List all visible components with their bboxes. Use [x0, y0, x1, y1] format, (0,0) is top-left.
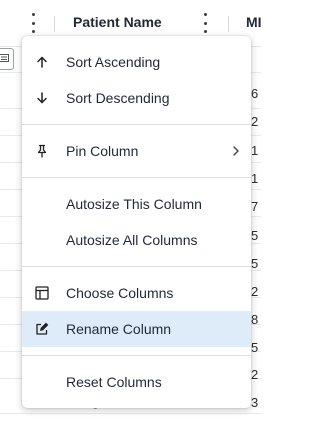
- menu-item-pin-column[interactable]: Pin Column: [22, 133, 251, 169]
- menu-item-label: Sort Ascending: [66, 54, 161, 70]
- pin-icon: [34, 143, 50, 159]
- menu-item-choose-columns[interactable]: Choose Columns: [22, 275, 251, 311]
- edit-icon: [34, 321, 50, 337]
- menu-item-label: Rename Column: [66, 321, 172, 337]
- arrow-down-icon: [34, 90, 50, 106]
- table-cell: 8: [251, 312, 259, 327]
- column-header-patient-name[interactable]: Patient Name: [73, 14, 162, 30]
- menu-item-sort-descending[interactable]: Sort Descending: [22, 80, 251, 116]
- chevron-right-icon: [231, 144, 241, 162]
- table-cell: 5: [251, 228, 259, 243]
- table-cell: 2: [251, 284, 259, 299]
- menu-separator: [22, 355, 251, 356]
- row-divider: [0, 413, 261, 414]
- table-cell: 5: [251, 340, 259, 355]
- column-separator[interactable]: [54, 16, 55, 32]
- menu-item-reset-columns[interactable]: Reset Columns: [22, 364, 251, 400]
- column-header-next[interactable]: MI: [246, 14, 262, 30]
- arrow-up-icon: [34, 54, 50, 70]
- menu-item-autosize-this-column[interactable]: Autosize This Column: [22, 186, 251, 222]
- columns-icon: [34, 285, 50, 301]
- menu-item-label: Autosize All Columns: [66, 232, 198, 248]
- keyboard-icon: [0, 54, 9, 62]
- table-cell: 7: [251, 199, 259, 214]
- table-cell: 1: [251, 171, 259, 186]
- column-menu-icon[interactable]: [30, 13, 36, 33]
- table-cell: 6: [251, 86, 259, 101]
- menu-item-label: Sort Descending: [66, 90, 170, 106]
- menu-item-sort-ascending[interactable]: Sort Ascending: [22, 44, 251, 80]
- menu-item-label: Choose Columns: [66, 285, 174, 301]
- menu-item-label: Reset Columns: [66, 374, 162, 390]
- table-cell: 3: [251, 395, 259, 410]
- table-cell: 1: [251, 143, 259, 158]
- menu-separator: [22, 124, 251, 125]
- menu-item-label: Pin Column: [66, 143, 139, 159]
- menu-separator: [22, 177, 251, 178]
- table-cell: 5: [251, 256, 259, 271]
- menu-item-label: Autosize This Column: [66, 196, 202, 212]
- menu-item-rename-column[interactable]: Rename Column: [22, 311, 251, 347]
- column-menu-icon-patient-name[interactable]: [202, 13, 208, 33]
- table-cell: 2: [251, 114, 259, 129]
- column-context-menu: Sort Ascending Sort Descending Pin Colum…: [22, 36, 251, 408]
- table-cell: 2: [251, 367, 259, 382]
- column-separator[interactable]: [228, 16, 229, 32]
- menu-item-autosize-all-columns[interactable]: Autosize All Columns: [22, 222, 251, 258]
- menu-separator: [22, 266, 251, 267]
- filter-input[interactable]: [0, 48, 14, 70]
